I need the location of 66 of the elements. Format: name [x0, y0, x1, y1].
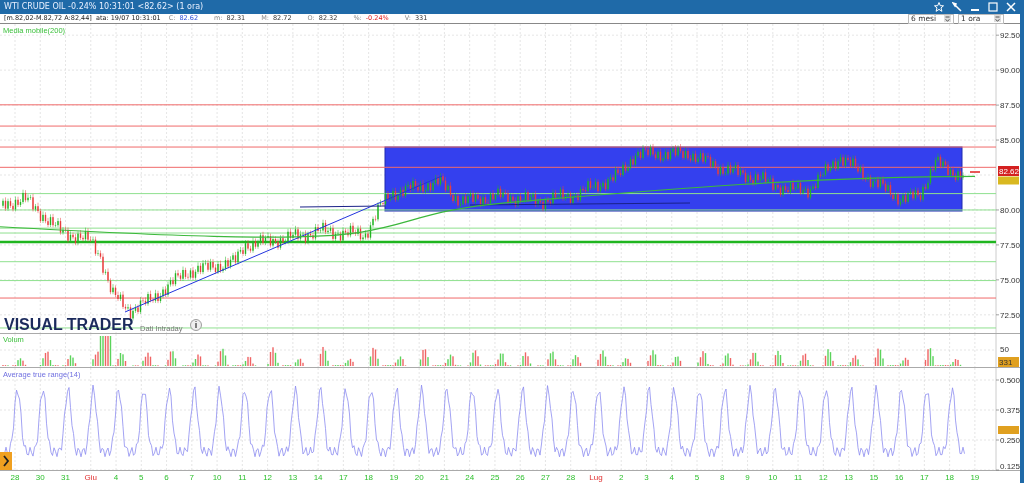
date-label: 30	[35, 473, 45, 482]
axis-label: 75.00	[1000, 275, 1020, 285]
date-label: 2	[619, 473, 624, 482]
last-volume-badge: 331	[998, 357, 1019, 367]
axis-label: 85.00	[1000, 136, 1020, 146]
date-label: 21	[439, 473, 449, 482]
axis-label: 77.50	[1000, 240, 1020, 250]
pin-icon[interactable]	[952, 2, 962, 12]
date-label: 16	[894, 473, 904, 482]
dropdown-arrow-icon	[944, 15, 951, 22]
date-label: 19	[970, 473, 980, 482]
last-price-badge: 82.62	[998, 166, 1020, 176]
date-label: 18	[364, 473, 374, 482]
date-label: 5	[139, 473, 144, 482]
date-label: 4	[669, 473, 674, 482]
info-icon	[190, 319, 202, 331]
date-label: 26	[515, 473, 525, 482]
date-label: 31	[61, 473, 70, 482]
axis-label: 87.50	[1000, 101, 1020, 111]
axis-label: 72.50	[1000, 310, 1020, 320]
dropdown-arrow-icon	[994, 15, 1001, 22]
date-label: 10	[212, 473, 222, 482]
date-label: 17	[919, 473, 929, 482]
date-label: 9	[745, 473, 750, 482]
axis-label: 0.125	[1000, 462, 1020, 471]
date-label: 7	[189, 473, 195, 482]
axis-label: 50	[1000, 345, 1009, 354]
last-price-marker	[969, 171, 981, 173]
axis-label: 0.250	[1000, 436, 1020, 445]
date-label: 11	[238, 473, 247, 482]
window-title: WTI CRUDE OIL -0.24% 10:31:01 <82.62> (1 ora)	[4, 1, 204, 13]
date-label: 12	[818, 473, 828, 482]
date-label: 20	[414, 473, 424, 482]
date-label: 4	[113, 473, 119, 482]
date-label: 6	[164, 473, 169, 482]
axis-label: 80.00	[1000, 205, 1020, 215]
date-label: 14	[313, 473, 323, 482]
date-label: 28	[566, 473, 576, 482]
date-label: 18	[945, 473, 955, 482]
date-label: 11	[793, 473, 803, 482]
expand-button[interactable]	[0, 452, 12, 470]
axis-label: 92.50	[1000, 31, 1020, 41]
date-label: 5	[694, 473, 700, 482]
date-label: 10	[768, 473, 778, 482]
date-label: Giu	[84, 473, 97, 482]
star-icon[interactable]	[934, 2, 944, 12]
date-label: 15	[869, 473, 879, 482]
axis-label: 90.00	[1000, 66, 1020, 76]
date-label: 12	[263, 473, 273, 482]
date-label: 17	[338, 473, 348, 482]
date-label: 13	[288, 473, 298, 482]
axis-label: 0.500	[1000, 376, 1020, 385]
maximize-icon[interactable]	[988, 2, 998, 12]
date-label: 19	[389, 473, 399, 482]
date-label: 8	[720, 473, 725, 482]
logo-text: VISUAL TRADER	[4, 316, 134, 333]
atr-value-badge	[998, 426, 1019, 434]
date-label: 13	[844, 473, 854, 482]
date-label: 28	[10, 473, 20, 482]
date-label: Lug	[589, 473, 603, 482]
date-label: 27	[541, 473, 550, 482]
date-label: 3	[644, 473, 649, 482]
date-label: 25	[490, 473, 500, 482]
close-icon[interactable]	[1006, 2, 1016, 12]
axis-label: 0.375	[1000, 406, 1020, 415]
date-label: 24	[465, 473, 475, 482]
